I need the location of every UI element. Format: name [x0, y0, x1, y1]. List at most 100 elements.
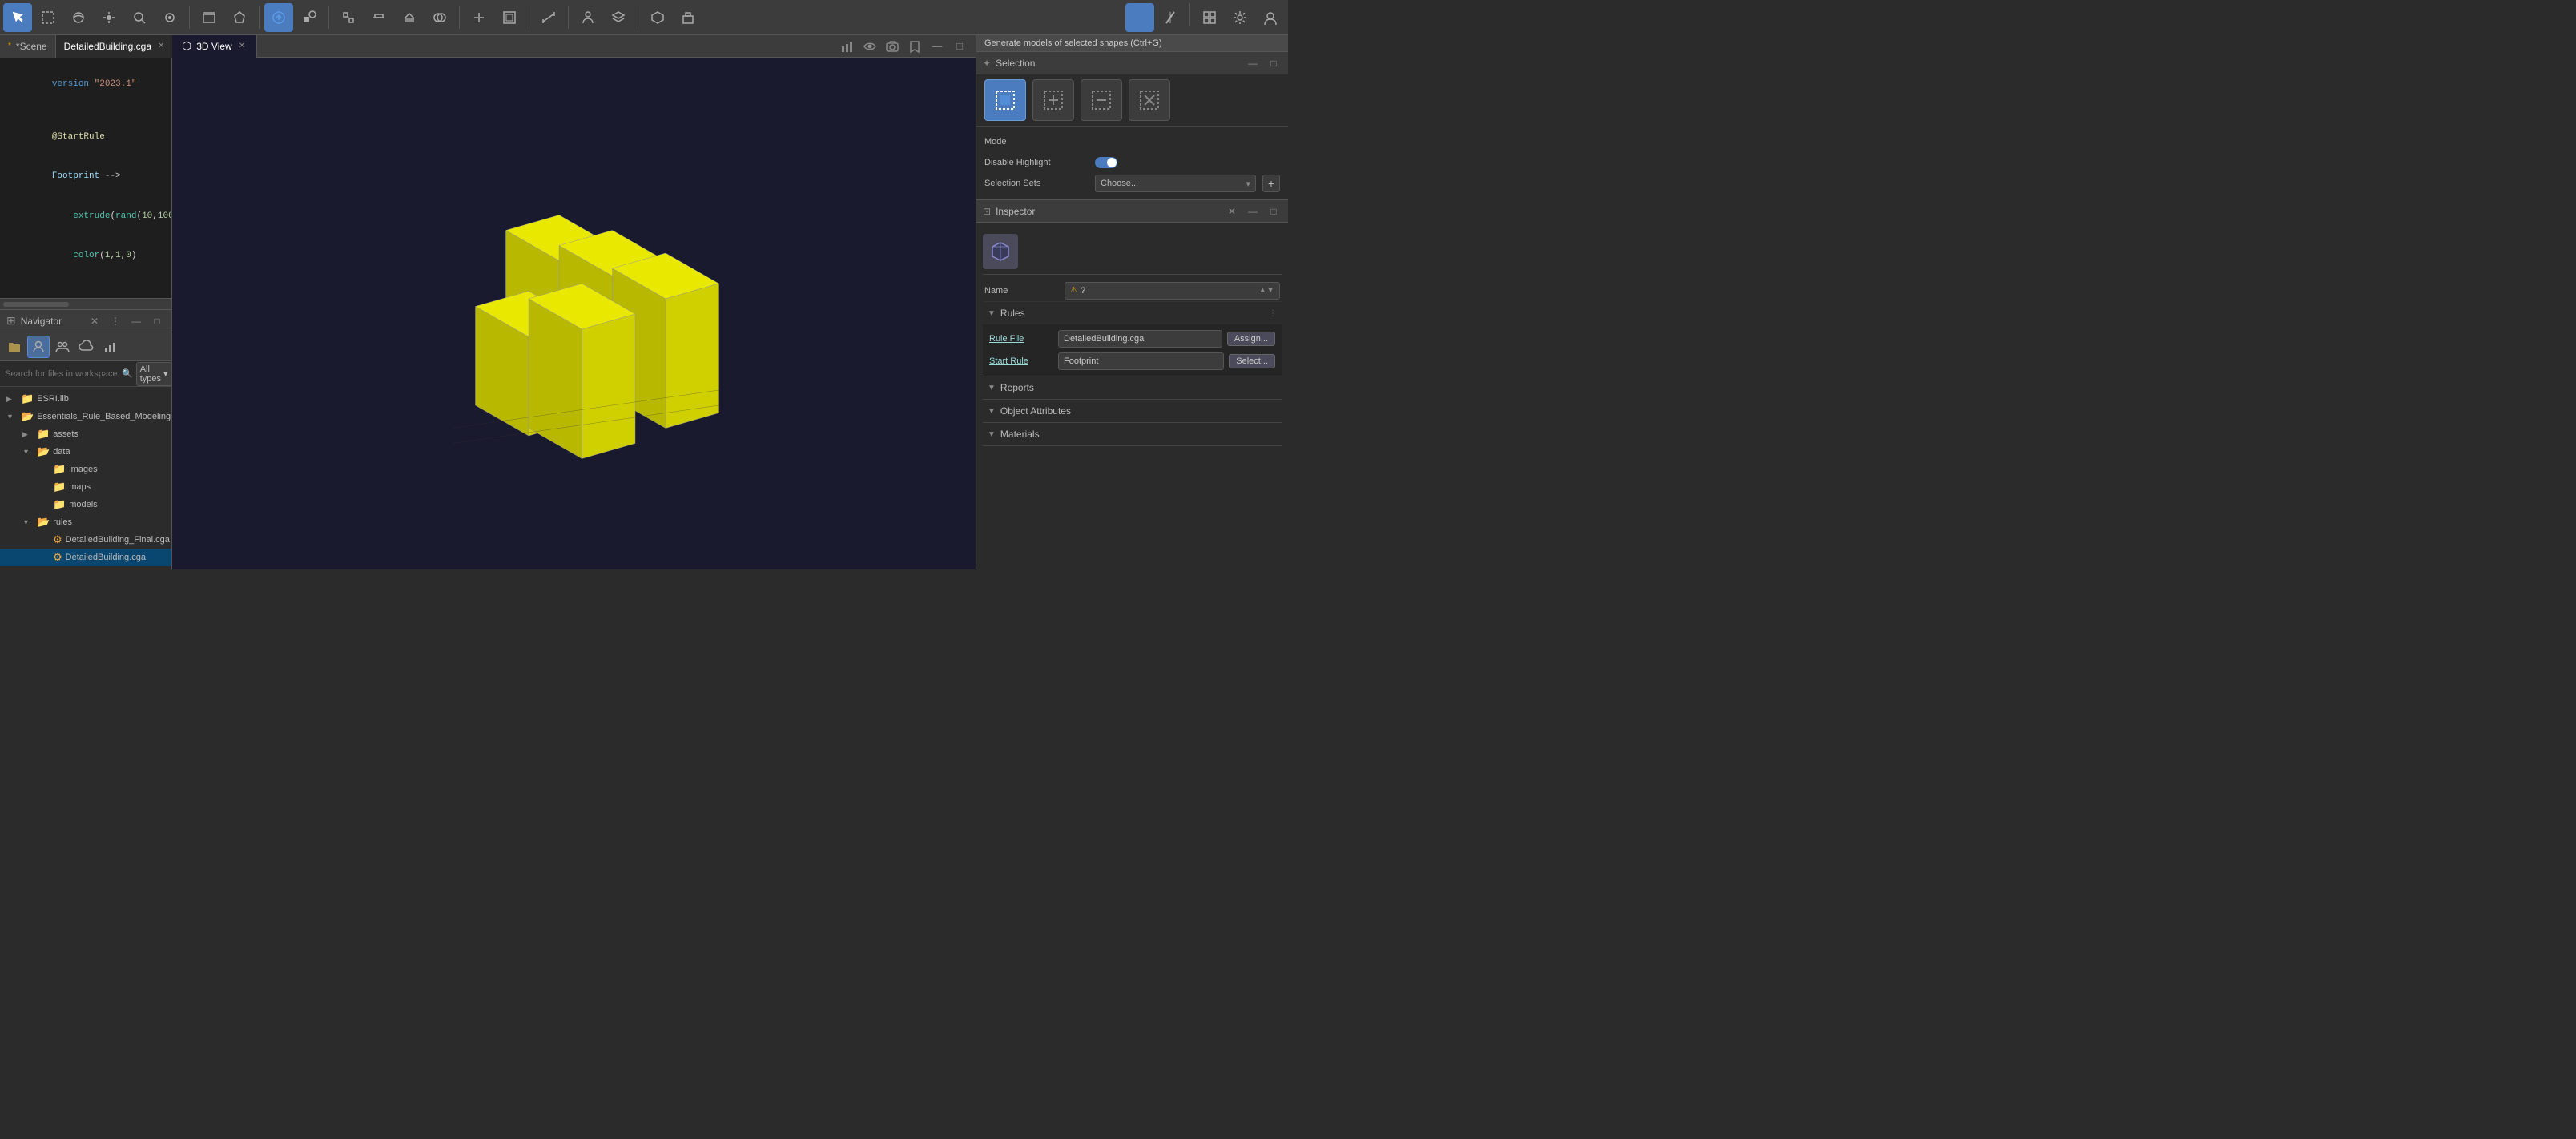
- tree-item-final-cga[interactable]: ⚙ DetailedBuilding_Final.cga: [0, 531, 171, 549]
- rules-body: Rule File DetailedBuilding.cga Assign...…: [983, 324, 1282, 376]
- file-tree: ▶ 📁 ESRI.lib ▼ 📂 Essentials_Rule_Based_M…: [0, 387, 171, 570]
- mode-invert-btn[interactable]: [1129, 79, 1170, 121]
- tree-item-esrilib[interactable]: ▶ 📁 ESRI.lib: [0, 390, 171, 408]
- rule-file-label[interactable]: Rule File: [989, 334, 1053, 344]
- vp-chart-btn[interactable]: [838, 37, 857, 56]
- mode-add-btn[interactable]: [1032, 79, 1074, 121]
- extrude-button[interactable]: [395, 3, 424, 32]
- settings-button[interactable]: [1226, 3, 1254, 32]
- generate-button[interactable]: [264, 3, 293, 32]
- assign-btn[interactable]: Assign...: [1227, 332, 1275, 346]
- disable-highlight-toggle[interactable]: [1095, 157, 1117, 168]
- layers-button[interactable]: [604, 3, 633, 32]
- nav-group-btn[interactable]: [51, 336, 74, 358]
- building-tab[interactable]: DetailedBuilding.cga ✕: [56, 35, 175, 58]
- rules-menu-icon[interactable]: ⋮: [1269, 309, 1277, 318]
- nav-cloud-btn[interactable]: [75, 336, 98, 358]
- object-attributes-header[interactable]: ▼ Object Attributes: [983, 400, 1282, 422]
- 3d-view-button[interactable]: [643, 3, 672, 32]
- tree-item-data[interactable]: ▼ 📂 data: [0, 443, 171, 461]
- main-area: * *Scene DetailedBuilding.cga ✕ — □ vers…: [0, 35, 1288, 570]
- inspector-close-btn[interactable]: ✕: [1224, 203, 1240, 219]
- scene-tab[interactable]: * *Scene: [0, 35, 56, 58]
- measure-button[interactable]: [534, 3, 563, 32]
- rules-title: Rules: [1000, 308, 1025, 319]
- building-gen-button[interactable]: [674, 3, 702, 32]
- nav-folder-btn[interactable]: [3, 336, 26, 358]
- mode-select-btn[interactable]: [984, 79, 1026, 121]
- materials-section: ▼ Materials: [983, 423, 1282, 446]
- tree-item-maps[interactable]: 📁 maps: [0, 478, 171, 496]
- editor-hscroll[interactable]: [0, 298, 171, 309]
- vp-maximize-btn[interactable]: □: [950, 37, 969, 56]
- materials-header[interactable]: ▼ Materials: [983, 423, 1282, 445]
- align-button[interactable]: [364, 3, 393, 32]
- box-select-button[interactable]: [34, 3, 62, 32]
- select-btn[interactable]: Select...: [1229, 354, 1275, 368]
- street-button[interactable]: [1156, 3, 1185, 32]
- nav-user-btn[interactable]: [27, 336, 50, 358]
- tree-item-scenes[interactable]: ▼ 📂 scenes: [0, 566, 171, 570]
- name-value-field[interactable]: ⚠ ? ▲▼: [1065, 282, 1280, 300]
- selection-sets-dropdown[interactable]: Choose... ▾: [1095, 175, 1256, 192]
- reports-header[interactable]: ▼ Reports: [983, 376, 1282, 399]
- choose-label: Choose...: [1101, 179, 1138, 188]
- navigator-maximize-btn[interactable]: □: [149, 313, 165, 329]
- navigator-options-btn[interactable]: ⋮: [107, 313, 123, 329]
- selection-sets-label: Selection Sets: [984, 179, 1089, 188]
- marquee-button[interactable]: [195, 3, 223, 32]
- navigator-minimize-btn[interactable]: —: [128, 313, 144, 329]
- orbit-button[interactable]: [64, 3, 93, 32]
- selection-minimize-btn[interactable]: —: [1245, 55, 1261, 71]
- viewport-tab-3d[interactable]: ⬡ 3D View ✕: [172, 35, 257, 58]
- vp-camera-btn[interactable]: [883, 37, 902, 56]
- start-rule-label[interactable]: Start Rule: [989, 356, 1053, 366]
- selection-icon: ✦: [983, 58, 991, 69]
- generate-shapes-button[interactable]: [1125, 3, 1154, 32]
- search-input[interactable]: [5, 369, 119, 379]
- inspector-minimize-btn[interactable]: —: [1245, 203, 1261, 219]
- tree-label-data: data: [53, 447, 70, 457]
- tree-item-assets[interactable]: ▶ 📁 assets: [0, 425, 171, 443]
- inspector-maximize-btn[interactable]: □: [1266, 203, 1282, 219]
- type-filter-dropdown[interactable]: All types ▾: [136, 362, 171, 386]
- navigator-close-btn[interactable]: ✕: [87, 313, 103, 329]
- account-button[interactable]: [1256, 3, 1285, 32]
- tree-item-essentials[interactable]: ▼ 📂 Essentials_Rule_Based_Modeling: [0, 408, 171, 425]
- selection-maximize-btn[interactable]: □: [1266, 55, 1282, 71]
- code-editor[interactable]: version "2023.1" @StartRule Footprint --…: [0, 58, 171, 298]
- building-tab-close[interactable]: ✕: [156, 42, 166, 50]
- grid-button[interactable]: [1195, 3, 1224, 32]
- split-button[interactable]: [465, 3, 493, 32]
- rules-header[interactable]: ▼ Rules ⋮: [983, 302, 1282, 324]
- pan-button[interactable]: [95, 3, 123, 32]
- tree-item-rules[interactable]: ▼ 📂 rules: [0, 513, 171, 531]
- snap-button[interactable]: [334, 3, 363, 32]
- tree-item-cga[interactable]: ⚙ DetailedBuilding.cga: [0, 549, 171, 566]
- rule-file-value: DetailedBuilding.cga: [1058, 330, 1222, 348]
- zoom-button[interactable]: [125, 3, 154, 32]
- tree-item-images[interactable]: 📁 images: [0, 461, 171, 478]
- vp-minimize-btn[interactable]: —: [928, 37, 947, 56]
- building-tab-label: DetailedBuilding.cga: [64, 41, 151, 52]
- offset-button[interactable]: [495, 3, 524, 32]
- shapes-button[interactable]: [295, 3, 324, 32]
- nav-chart-btn[interactable]: [99, 336, 122, 358]
- mode-remove-btn[interactable]: [1081, 79, 1122, 121]
- polygon-select-button[interactable]: [225, 3, 254, 32]
- tree-toggle-rules: ▼: [22, 518, 34, 526]
- tree-label-essentials: Essentials_Rule_Based_Modeling: [37, 412, 171, 421]
- tree-item-models[interactable]: 📁 models: [0, 496, 171, 513]
- navigator-title: Navigator: [21, 316, 82, 327]
- boolean-button[interactable]: [425, 3, 454, 32]
- select-tool-button[interactable]: [3, 3, 32, 32]
- selection-title: Selection: [996, 58, 1240, 69]
- target-zoom-button[interactable]: [155, 3, 184, 32]
- viewport-tab-close[interactable]: ✕: [237, 42, 247, 50]
- tree-toggle-essentials: ▼: [6, 413, 18, 421]
- vp-bookmark-btn[interactable]: [905, 37, 924, 56]
- scene-area[interactable]: [172, 58, 976, 570]
- people-button[interactable]: [574, 3, 602, 32]
- vp-eye-btn[interactable]: [860, 37, 879, 56]
- add-selection-set-btn[interactable]: +: [1262, 175, 1280, 192]
